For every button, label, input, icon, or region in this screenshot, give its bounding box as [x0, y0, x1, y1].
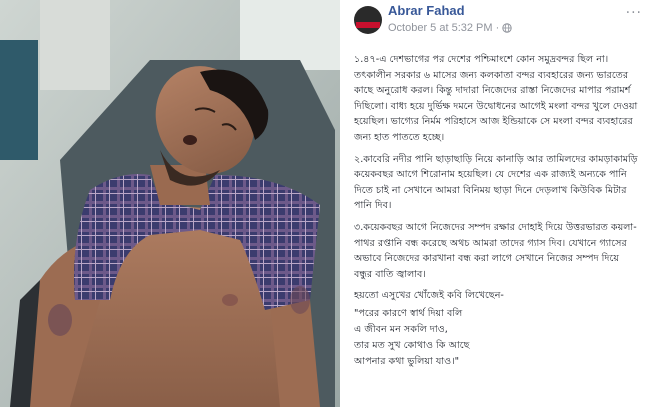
meta-separator: ·: [495, 22, 500, 34]
post-meta: October 5 at 5:32 PM ·: [388, 22, 512, 34]
post-paragraph: ২.কাবেরি নদীর পানি ছাড়াছাড়ি নিয়ে কানা…: [354, 153, 638, 212]
post-paragraph: ৩.কয়েকবছর আগে নিজেদের সম্পদ রক্ষার দোহা…: [354, 221, 637, 280]
photo-panel: [0, 0, 340, 407]
author-name-link[interactable]: Abrar Fahad: [388, 3, 465, 18]
post-closing: হয়তো এসুখের খোঁজেই কবি লিখেছেন-: [354, 290, 504, 302]
poem-line: তার মত সুখ কোথাও কি আছে: [354, 339, 470, 351]
globe-icon: [502, 23, 512, 33]
poem-line: "পরের কারণে স্বার্থ দিয়া বলি: [354, 307, 463, 319]
poem-line: এ জীবন মন সকলি দাও,: [354, 323, 448, 335]
photo-image: [0, 0, 340, 407]
post-body: ১.৪৭-এ দেশভাগের পর দেশের পশ্চিমাংশে কোন …: [354, 52, 640, 404]
facebook-post: Abrar Fahad October 5 at 5:32 PM · ··· ১…: [346, 0, 650, 407]
post-timestamp[interactable]: October 5 at 5:32 PM: [388, 22, 493, 34]
options-icon[interactable]: ···: [626, 6, 642, 20]
avatar-badge: [356, 22, 380, 28]
post-header: Abrar Fahad October 5 at 5:32 PM · ···: [346, 0, 650, 44]
post-paragraph: ১.৪৭-এ দেশভাগের পর দেশের পশ্চিমাংশে কোন …: [354, 54, 638, 143]
avatar-image[interactable]: [354, 6, 382, 34]
poem-line: আপনার কথা ভুলিয়া যাও।": [354, 355, 460, 367]
